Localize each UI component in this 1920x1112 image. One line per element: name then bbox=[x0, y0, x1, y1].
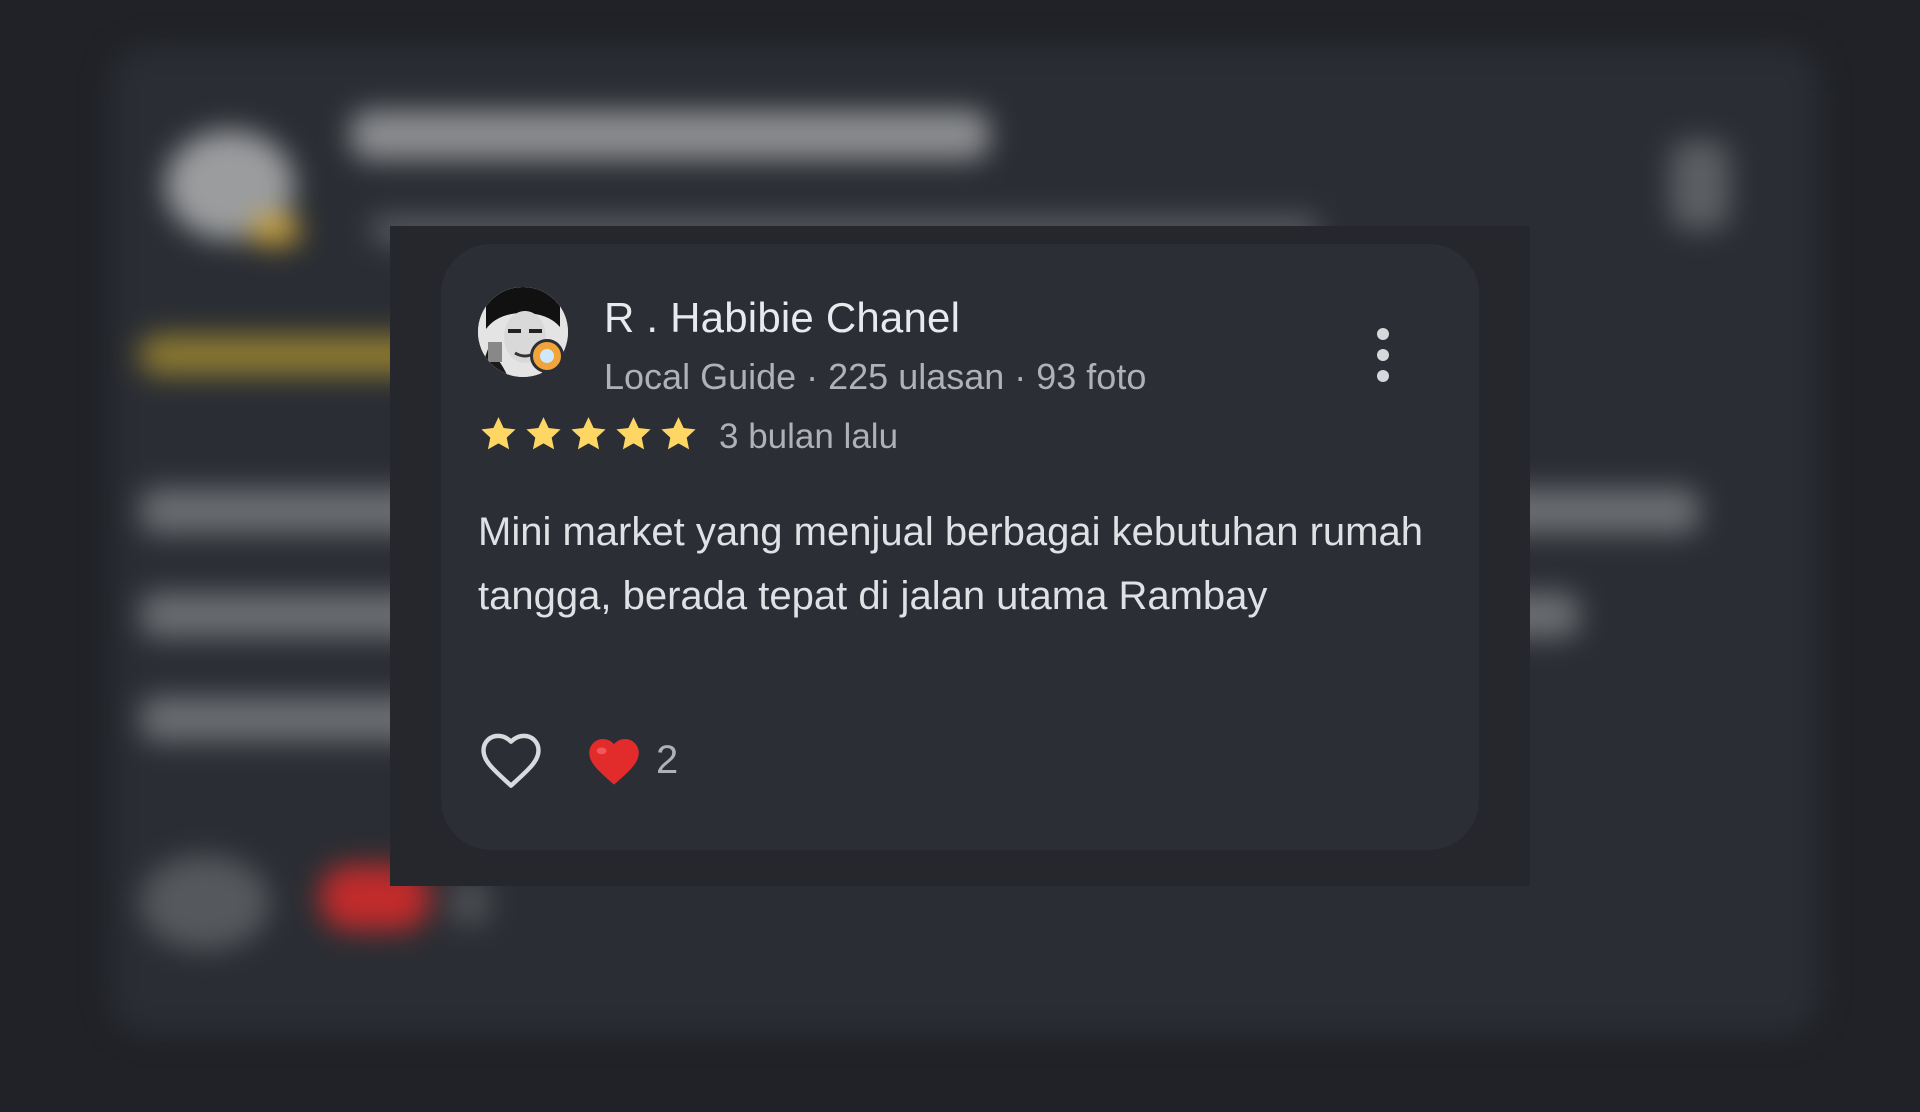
like-button[interactable] bbox=[476, 729, 546, 795]
blurred-title bbox=[350, 110, 990, 160]
star-icon bbox=[571, 417, 606, 450]
blurred-heart bbox=[140, 855, 270, 950]
star-icon bbox=[481, 417, 516, 450]
menu-dot bbox=[1377, 370, 1389, 382]
more-vert-icon[interactable] bbox=[1361, 324, 1405, 386]
menu-dot bbox=[1377, 328, 1389, 340]
star-icon bbox=[526, 417, 561, 450]
menu-dot bbox=[1377, 349, 1389, 361]
review-text: Mini market yang menjual berbagai kebutu… bbox=[478, 510, 1423, 618]
reaction-count: 2 bbox=[656, 738, 679, 782]
review-card: R . Habibie Chanel Local Guide · 225 ula… bbox=[441, 244, 1479, 850]
reviewer-name[interactable]: R . Habibie Chanel bbox=[604, 294, 960, 342]
screenshot-stage: R . Habibie Chanel Local Guide · 225 ula… bbox=[0, 0, 1920, 1112]
star-rating bbox=[478, 414, 699, 456]
heart-outline-icon bbox=[481, 733, 541, 788]
blurred-count bbox=[450, 880, 490, 925]
red-heart-icon bbox=[589, 738, 639, 785]
blurred-badge bbox=[250, 215, 300, 245]
review-frame: R . Habibie Chanel Local Guide · 225 ula… bbox=[390, 226, 1530, 886]
star-icon bbox=[661, 417, 696, 450]
star-icon bbox=[616, 417, 651, 450]
review-time: 3 bulan lalu bbox=[719, 417, 899, 456]
reviewer-meta: Local Guide · 225 ulasan · 93 foto bbox=[604, 356, 1147, 397]
local-guide-badge-icon bbox=[530, 339, 564, 373]
avatar[interactable] bbox=[478, 287, 568, 377]
blurred-menu bbox=[1670, 140, 1730, 230]
